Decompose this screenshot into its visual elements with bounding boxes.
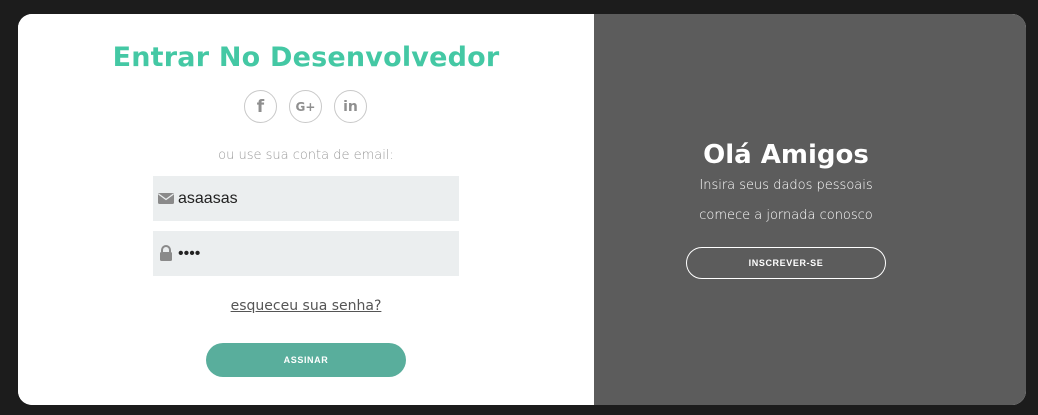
password-input[interactable]	[178, 231, 453, 276]
login-subtitle: ou use sua conta de email:	[218, 148, 394, 163]
login-panel: Entrar No Desenvolvedor f G+ in ou use s…	[18, 14, 594, 405]
welcome-panel: Olá Amigos Insira seus dados pessoais co…	[594, 14, 1026, 405]
email-field	[153, 176, 459, 221]
login-title: Entrar No Desenvolvedor	[112, 42, 500, 73]
forgot-password-link[interactable]: esqueceu sua senha?	[231, 298, 382, 314]
welcome-text-line2: comece a jornada conosco	[699, 208, 873, 223]
register-button[interactable]: INSCREVER-SE	[686, 247, 886, 279]
facebook-icon[interactable]: f	[244, 90, 277, 123]
lock-icon	[158, 245, 174, 261]
welcome-text-line1: Insira seus dados pessoais	[699, 178, 873, 193]
forgot-password: esqueceu sua senha?	[18, 295, 594, 314]
welcome-heading: Olá Amigos	[703, 140, 869, 170]
linkedin-icon[interactable]: in	[334, 90, 367, 123]
sign-in-button[interactable]: ASSINAR	[206, 343, 406, 377]
google-plus-icon[interactable]: G+	[289, 90, 322, 123]
password-field	[153, 231, 459, 276]
envelope-icon	[158, 190, 174, 206]
email-input[interactable]	[178, 176, 453, 221]
auth-card: Entrar No Desenvolvedor f G+ in ou use s…	[18, 14, 1026, 405]
